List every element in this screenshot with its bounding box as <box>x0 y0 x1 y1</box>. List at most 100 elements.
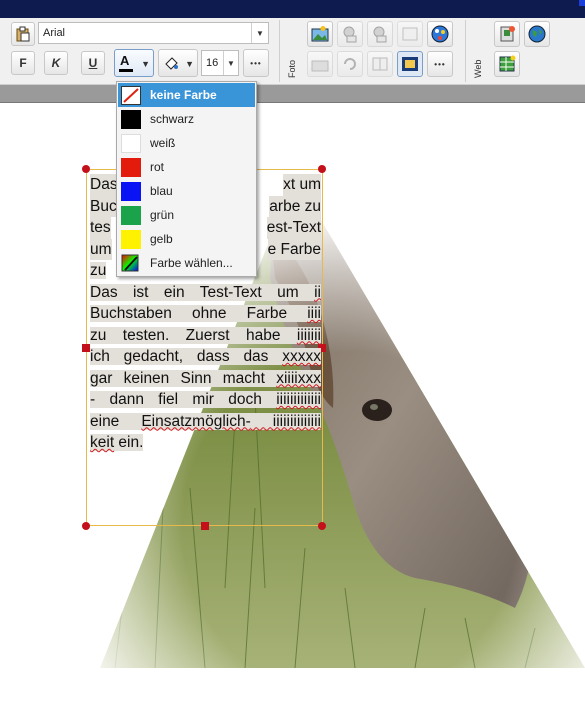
text-line: keit ein. <box>90 432 321 454</box>
bold-label: F <box>19 56 27 70</box>
color-option[interactable]: rot <box>118 155 255 179</box>
paste-format-button[interactable] <box>11 22 35 46</box>
insert-photo-button[interactable] <box>307 21 333 47</box>
photo-adjust-button[interactable] <box>307 51 333 77</box>
font-size-value: 16 <box>206 57 219 69</box>
font-family-select[interactable]: Arial ▼ <box>38 22 269 44</box>
resize-handle[interactable] <box>82 344 90 352</box>
photo-border-button[interactable] <box>397 51 423 77</box>
text-fragment: keit <box>90 434 115 451</box>
paint-bucket-icon <box>165 57 178 70</box>
add-photo-button[interactable] <box>367 21 393 47</box>
color-option-label: grün <box>150 208 175 222</box>
italic-label: K <box>51 56 61 70</box>
text-fragment: um <box>90 238 112 260</box>
no-color-icon <box>121 85 141 105</box>
chevron-down-icon: ▼ <box>141 59 150 69</box>
resize-handle[interactable] <box>82 165 90 173</box>
resize-handle[interactable] <box>318 522 326 530</box>
text-fragment: keit ein. <box>90 434 144 451</box>
text-line: - dann fiel mir doch iiiiiiiiiiiii <box>90 389 321 411</box>
color-option[interactable]: weiß <box>118 131 255 155</box>
text-fragment: Buchstaben ohne Farbe <box>90 305 308 322</box>
color-swatch <box>121 181 141 201</box>
text-fragment: eine <box>90 412 142 430</box>
color-option[interactable]: gelb <box>118 227 255 251</box>
text-fragment: ii <box>314 283 321 301</box>
chevron-down-icon: ▼ <box>223 51 238 75</box>
underline-label: U <box>88 56 98 70</box>
color-option-label: weiß <box>150 136 176 150</box>
font-family-value: Arial <box>43 27 66 39</box>
text-color-button[interactable]: A ▼ <box>114 49 154 77</box>
color-swatch <box>121 205 141 225</box>
more-label: ••• <box>434 59 446 69</box>
color-swatch <box>121 157 141 177</box>
clipboard-icon <box>16 26 30 42</box>
text-fragment: e Farbe <box>267 238 321 260</box>
web-globe-button[interactable] <box>524 21 550 47</box>
resize-handle[interactable] <box>201 522 209 530</box>
more-text-options-button[interactable]: ••• <box>243 49 269 77</box>
text-fragment: iiii <box>307 305 321 322</box>
text-fragment: iiiiiii <box>296 326 321 344</box>
text-fragment: - dann fiel mir doch iiiiiiiiiiiii <box>90 391 321 408</box>
text-line: zu testen. Zuerst habe iiiiiii <box>90 325 321 347</box>
text-fragment: Buchstaben ohne Farbe iiii <box>90 305 321 322</box>
palette-icon <box>431 25 449 43</box>
remove-photo-button[interactable] <box>337 21 363 47</box>
rotate-photo-button[interactable] <box>337 51 363 77</box>
chevron-down-icon: ▼ <box>251 23 268 43</box>
text-fragment: Buc <box>90 195 117 217</box>
ruler-band <box>0 85 585 103</box>
color-option[interactable]: schwarz <box>118 107 255 131</box>
color-option-label: Farbe wählen... <box>150 256 233 270</box>
border-icon <box>402 57 418 71</box>
color-dropdown-menu: keine Farbe schwarz weiß rot blau grün gelb Far… <box>116 81 257 277</box>
color-option-label: schwarz <box>150 112 195 126</box>
text-color-indicator <box>119 69 133 72</box>
text-fragment: est-Text <box>266 217 321 239</box>
text-fragment: eine Einsatzmöglich- iiiiiiiiiiiiii <box>90 412 321 430</box>
text-color-label: A <box>120 53 130 68</box>
photo-adjust-icon <box>311 60 329 72</box>
photo-add-icon <box>373 26 387 43</box>
insert-table-button[interactable] <box>494 51 520 77</box>
color-option[interactable]: blau <box>118 179 255 203</box>
paragraph-2: Das ist ein Test-Text um ii Buchstaben oh… <box>90 282 321 454</box>
color-option[interactable]: Farbe wählen... <box>118 251 255 275</box>
font-size-select[interactable]: 16 ▼ <box>201 50 239 76</box>
bold-button[interactable]: F <box>11 51 35 75</box>
text-fragment: zu testen. Zuerst habe <box>90 326 297 344</box>
italic-button[interactable]: K <box>44 51 68 75</box>
chevron-down-icon: ▼ <box>185 59 194 69</box>
text-fragment: gar keinen Sinn macht <box>90 369 277 387</box>
text-line: ich gedacht, dass das xxxxx <box>90 346 321 368</box>
text-line: gar keinen Sinn macht xiiiixxx <box>90 368 321 390</box>
text-fragment: xiiiixxx <box>276 369 321 387</box>
color-option[interactable]: keine Farbe <box>118 83 255 107</box>
insert-link-button[interactable] <box>494 21 520 47</box>
color-option-label: blau <box>150 184 173 198</box>
rotate-icon <box>344 58 356 70</box>
resize-handle[interactable] <box>82 522 90 530</box>
photo-frame-button[interactable] <box>397 21 423 47</box>
separator <box>279 20 280 82</box>
globe-icon <box>528 25 546 43</box>
color-option-label: rot <box>150 160 165 174</box>
link-icon <box>500 26 515 42</box>
photo-effects-button[interactable] <box>427 21 453 47</box>
group-label-foto: Foto <box>287 59 297 78</box>
text-fragment: xt um <box>283 174 321 196</box>
resize-handle[interactable] <box>318 165 326 173</box>
background-color-button[interactable]: ▼ <box>158 49 198 77</box>
text-fragment: arbe zu <box>269 195 321 217</box>
text-fragment: Das ist ein Test-Text um ii <box>90 283 321 301</box>
text-fragment: ein. <box>114 434 144 451</box>
frame-icon <box>402 27 418 41</box>
color-option[interactable]: grün <box>118 203 255 227</box>
more-photo-options-button[interactable]: ••• <box>427 51 453 77</box>
color-swatch <box>121 109 141 129</box>
underline-button[interactable]: U <box>81 51 105 75</box>
crop-photo-button[interactable] <box>367 51 393 77</box>
